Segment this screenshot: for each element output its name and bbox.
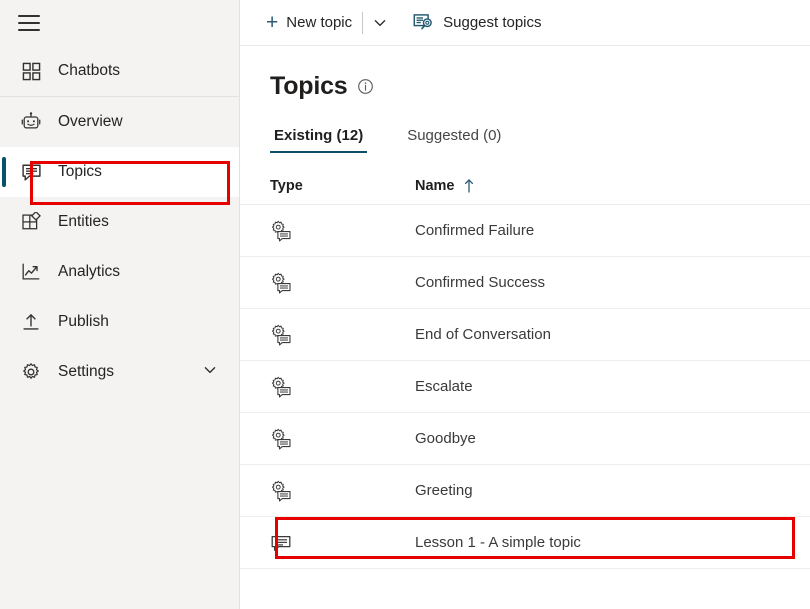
tab-suggested[interactable]: Suggested (0): [403, 123, 505, 153]
sidebar-item-label: Analytics: [58, 263, 121, 280]
topic-name: Goodbye: [415, 430, 476, 447]
plus-icon: +: [266, 11, 279, 34]
grid-icon: [18, 58, 44, 84]
new-topic-button[interactable]: + New topic: [258, 6, 360, 40]
page-title: Topics: [270, 72, 348, 100]
sidebar-item-overview[interactable]: Overview: [0, 97, 239, 147]
upload-icon: [18, 309, 44, 335]
sidebar-item-topics[interactable]: Topics: [0, 147, 239, 197]
column-header-type[interactable]: Type: [270, 178, 415, 194]
toolbar-divider: [362, 11, 364, 34]
sidebar-item-publish[interactable]: Publish: [0, 297, 239, 347]
table-row[interactable]: End of Conversation: [240, 309, 810, 361]
tab-existing[interactable]: Existing (12): [270, 123, 368, 153]
arrow-up-icon: [463, 178, 475, 193]
command-toolbar: + New topic Suggest topics: [240, 0, 810, 46]
table-row[interactable]: Escalate: [240, 361, 810, 413]
suggest-topics-button[interactable]: Suggest topics: [405, 6, 549, 40]
app-root: Chatbots Overview Topics Entities Analyt…: [0, 0, 810, 609]
line-chart-icon: [18, 259, 44, 285]
sidebar-item-entities[interactable]: Entities: [0, 197, 239, 247]
topic-name: Lesson 1 - A simple topic: [415, 534, 581, 551]
topic-name: Escalate: [415, 378, 473, 395]
entities-grid-icon: [18, 209, 44, 235]
suggest-topics-label: Suggest topics: [443, 14, 542, 31]
column-header-name-label: Name: [415, 177, 455, 194]
gear-icon: [18, 359, 44, 385]
sidebar-item-settings[interactable]: Settings: [0, 347, 239, 397]
chevron-down-icon[interactable]: [203, 363, 217, 382]
sidebar: Chatbots Overview Topics Entities Analyt…: [0, 0, 240, 609]
sidebar-item-analytics[interactable]: Analytics: [0, 247, 239, 297]
sidebar-item-label: Chatbots: [58, 62, 121, 79]
table-row[interactable]: Confirmed Failure: [240, 205, 810, 257]
new-topic-chevron-down-icon[interactable]: [365, 6, 395, 40]
speech-bubble-icon: [18, 159, 44, 185]
topic-name: Confirmed Failure: [415, 222, 535, 239]
table-row-greeting[interactable]: Greeting: [240, 465, 810, 517]
sidebar-item-label: Settings: [58, 363, 115, 380]
selection-accent-bar: [2, 157, 6, 187]
system-topic-icon: [270, 376, 415, 398]
sidebar-item-label: Publish: [58, 313, 109, 330]
sidebar-item-label: Overview: [58, 113, 123, 130]
column-header-name[interactable]: Name: [415, 178, 810, 194]
user-topic-icon: [270, 532, 415, 554]
hamburger-row: [0, 0, 239, 46]
table-header-row: Type Name: [240, 167, 810, 205]
page-header: Topics: [240, 46, 810, 101]
main-content: + New topic Suggest topics Topics Existi…: [240, 0, 810, 609]
info-icon[interactable]: [357, 78, 374, 95]
system-topic-icon: [270, 272, 415, 294]
table-row[interactable]: Confirmed Success: [240, 257, 810, 309]
suggest-topics-icon: [413, 13, 434, 33]
system-topic-icon: [270, 428, 415, 450]
sidebar-item-label: Entities: [58, 213, 109, 230]
robot-icon: [18, 109, 44, 135]
system-topic-icon: [270, 480, 415, 502]
table-row[interactable]: Lesson 1 - A simple topic: [240, 517, 810, 569]
new-topic-label: New topic: [286, 14, 353, 31]
topics-tablist: Existing (12) Suggested (0): [270, 123, 810, 153]
topic-name: Greeting: [415, 482, 473, 499]
topic-name: End of Conversation: [415, 326, 551, 343]
topics-table: Type Name Confirmed Failure Confirmed Su…: [240, 167, 810, 569]
table-row[interactable]: Goodbye: [240, 413, 810, 465]
sidebar-item-label: Topics: [58, 163, 102, 180]
system-topic-icon: [270, 324, 415, 346]
topic-name: Confirmed Success: [415, 274, 546, 291]
sidebar-item-chatbots[interactable]: Chatbots: [0, 46, 239, 96]
system-topic-icon: [270, 220, 415, 242]
hamburger-menu-icon[interactable]: [18, 15, 40, 31]
